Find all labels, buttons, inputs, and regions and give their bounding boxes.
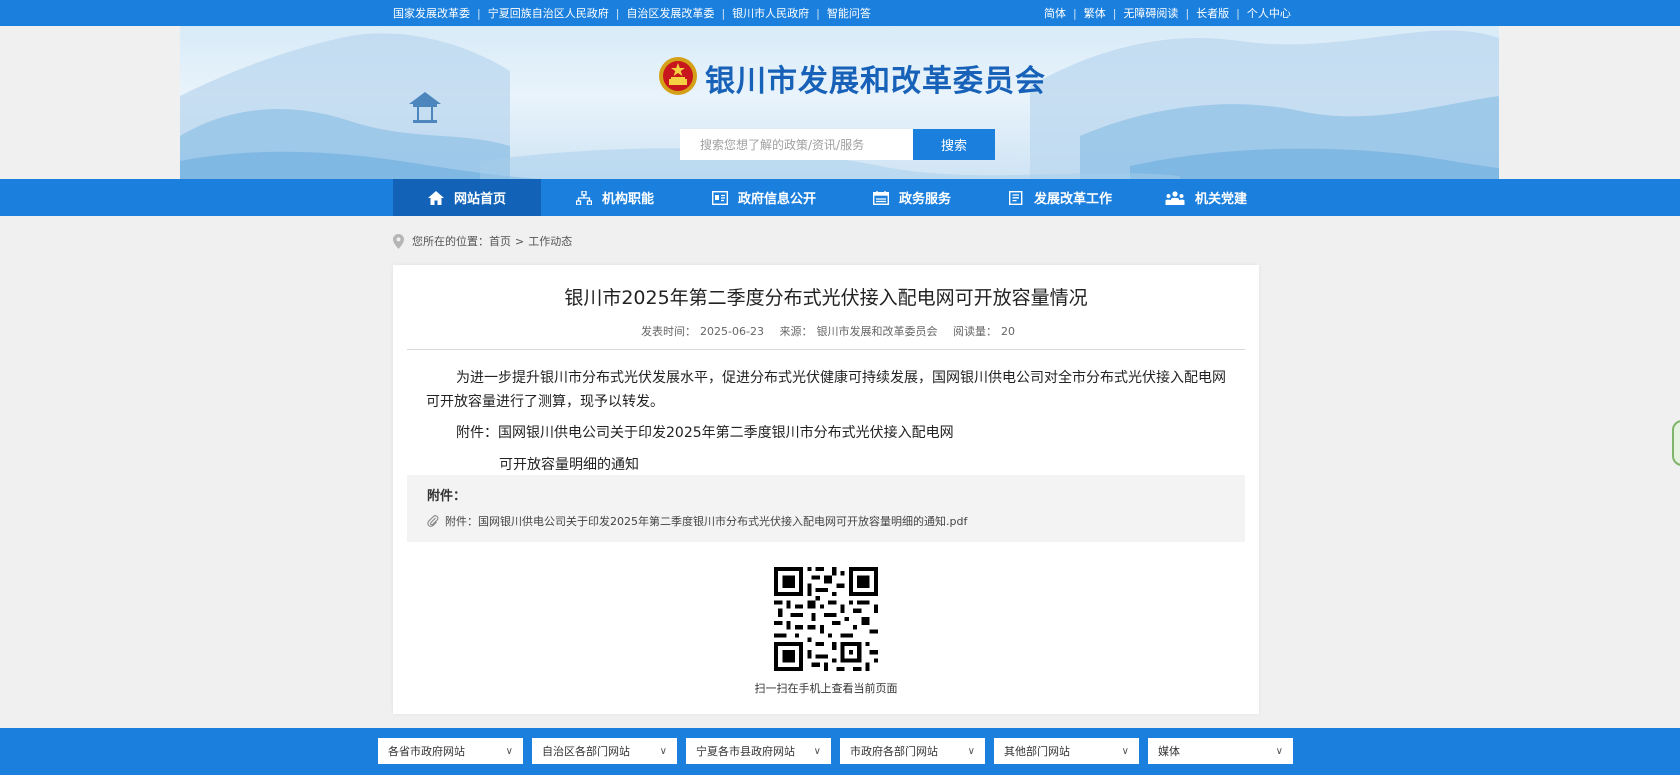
breadcrumb-home-link[interactable]: 首页 bbox=[489, 233, 511, 249]
footer-links-bar: 各省市政府网站 ∨ 自治区各部门网站 ∨ 宁夏各市县政府网站 ∨ 市政府各部门网站 ∨ … bbox=[0, 728, 1680, 775]
top-link-simplified[interactable]: 简体 bbox=[1044, 5, 1066, 21]
attachments-box: 附件： 附件：国网银川供电公司关于印发2025年第二季度银川市分布式光伏接入配电… bbox=[407, 475, 1245, 542]
select-label: 市政府各部门网站 bbox=[850, 745, 938, 758]
article-card: 银川市2025年第二季度分布式光伏接入配电网可开放容量情况 发表时间： 2025-… bbox=[393, 265, 1259, 714]
top-link-smart-qa[interactable]: 智能问答 bbox=[827, 5, 871, 21]
nav-item-label: 机构职能 bbox=[602, 192, 655, 207]
site-title: 银川市发展和改革委员会 bbox=[705, 64, 1046, 99]
nav-item-gov-services[interactable]: 政务服务 bbox=[873, 179, 951, 216]
national-emblem-icon bbox=[659, 57, 697, 95]
nav-item-label: 机关党建 bbox=[1195, 192, 1248, 207]
select-other-departments[interactable]: 其他部门网站 ∨ bbox=[994, 738, 1139, 764]
article-title: 银川市2025年第二季度分布式光伏接入配电网可开放容量情况 bbox=[564, 287, 1088, 309]
main-nav: 网站首页 机构职能 政府信息公开 政务服务 发展改革工作 机关党建 bbox=[0, 179, 1680, 216]
select-label: 自治区各部门网站 bbox=[542, 745, 630, 758]
top-links-right: 简体 | 繁体 | 无障碍阅读 | 长者版 | 个人中心 bbox=[1044, 5, 1291, 21]
nav-item-label: 政府信息公开 bbox=[738, 192, 817, 207]
nav-item-label: 政务服务 bbox=[899, 192, 952, 207]
header-banner: 银川市发展和改革委员会 搜索 bbox=[180, 26, 1499, 179]
chevron-down-icon: ∨ bbox=[813, 745, 821, 757]
location-pin-icon bbox=[393, 233, 404, 249]
annex-line-2: 可开放容量明细的通知 bbox=[499, 457, 639, 473]
qr-code-image bbox=[774, 567, 878, 671]
top-link-personal-center[interactable]: 个人中心 bbox=[1247, 5, 1291, 21]
nav-item-label: 网站首页 bbox=[453, 192, 506, 207]
breadcrumb-current-link[interactable]: 工作动态 bbox=[528, 233, 572, 249]
title-divider bbox=[407, 349, 1245, 350]
top-link-ningxia-gov[interactable]: 宁夏回族自治区人民政府 bbox=[488, 5, 609, 21]
chevron-down-icon: ∨ bbox=[1275, 745, 1283, 757]
select-label: 其他部门网站 bbox=[1004, 745, 1070, 758]
select-label: 宁夏各市县政府网站 bbox=[696, 745, 795, 758]
source-name: 银川市发展和改革委员会 bbox=[816, 325, 938, 338]
select-city-departments[interactable]: 市政府各部门网站 ∨ bbox=[840, 738, 985, 764]
id-card-icon bbox=[712, 190, 728, 205]
top-link-region-ndrc[interactable]: 自治区发展改革委 bbox=[626, 5, 714, 21]
select-ningxia-county-sites[interactable]: 宁夏各市县政府网站 ∨ bbox=[686, 738, 831, 764]
attachment-item: 附件：国网银川供电公司关于印发2025年第二季度银川市分布式光伏接入配电网可开放… bbox=[427, 513, 967, 529]
top-link-yinchuan-gov[interactable]: 银川市人民政府 bbox=[732, 5, 809, 21]
search-input[interactable] bbox=[680, 129, 913, 160]
top-link-traditional[interactable]: 繁体 bbox=[1084, 5, 1106, 21]
select-label: 各省市政府网站 bbox=[388, 745, 465, 758]
people-icon bbox=[1165, 190, 1185, 205]
document-icon bbox=[1009, 190, 1023, 205]
nav-item-party-building[interactable]: 机关党建 bbox=[1165, 179, 1247, 216]
top-link-accessibility[interactable]: 无障碍阅读 bbox=[1123, 5, 1178, 21]
publish-date: 2025-06-23 bbox=[700, 325, 764, 338]
qr-caption: 扫一扫在手机上查看当前页面 bbox=[754, 682, 898, 695]
select-label: 媒体 bbox=[1158, 745, 1180, 758]
top-link-ndrc[interactable]: 国家发展改革委 bbox=[393, 5, 470, 21]
breadcrumb-prefix: 您所在的位置： bbox=[412, 235, 489, 248]
views-label: 阅读量： bbox=[952, 325, 997, 338]
attachments-title: 附件： bbox=[427, 489, 467, 504]
org-chart-icon bbox=[576, 190, 592, 205]
breadcrumb: 您所在的位置： 首页 > 工作动态 bbox=[393, 231, 572, 251]
chevron-down-icon: ∨ bbox=[1121, 745, 1129, 757]
nav-item-gov-info[interactable]: 政府信息公开 bbox=[712, 179, 816, 216]
article-body: 为进一步提升银川市分布式光伏发展水平，促进分布式光伏健康可持续发展，国网银川供电… bbox=[426, 370, 1226, 410]
top-link-elder-mode[interactable]: 长者版 bbox=[1196, 5, 1229, 21]
chevron-down-icon: ∨ bbox=[505, 745, 513, 757]
views-count: 20 bbox=[1000, 325, 1015, 338]
breadcrumb-arrow: > bbox=[515, 234, 525, 248]
nav-item-label: 发展改革工作 bbox=[1034, 192, 1113, 207]
floating-widget[interactable] bbox=[1672, 420, 1680, 466]
select-provincial-gov-sites[interactable]: 各省市政府网站 ∨ bbox=[378, 738, 523, 764]
article-meta: 发表时间： 2025-06-23 来源： 银川市发展和改革委员会 阅读量： 20 bbox=[393, 323, 1259, 339]
nav-item-reform-work[interactable]: 发展改革工作 bbox=[1008, 179, 1112, 216]
top-bar: 国家发展改革委 | 宁夏回族自治区人民政府 | 自治区发展改革委 | 银川市人民… bbox=[0, 0, 1680, 26]
top-links-left: 国家发展改革委 | 宁夏回族自治区人民政府 | 自治区发展改革委 | 银川市人民… bbox=[393, 5, 871, 21]
annex-line-1: 附件：国网银川供电公司关于印发2025年第二季度银川市分布式光伏接入配电网 bbox=[456, 425, 954, 441]
publish-label: 发表时间： bbox=[641, 325, 697, 338]
nav-item-organization[interactable]: 机构职能 bbox=[576, 179, 654, 216]
calendar-icon bbox=[873, 190, 889, 205]
source-label: 来源： bbox=[779, 325, 813, 338]
nav-item-home[interactable]: 网站首页 bbox=[393, 179, 541, 216]
home-icon bbox=[427, 190, 444, 205]
paperclip-icon bbox=[427, 515, 439, 527]
select-media[interactable]: 媒体 ∨ bbox=[1148, 738, 1293, 764]
select-region-departments[interactable]: 自治区各部门网站 ∨ bbox=[532, 738, 677, 764]
attachment-pdf-link[interactable]: 附件：国网银川供电公司关于印发2025年第二季度银川市分布式光伏接入配电网可开放… bbox=[445, 513, 967, 529]
search-button[interactable]: 搜索 bbox=[913, 129, 995, 160]
chevron-down-icon: ∨ bbox=[967, 745, 975, 757]
chevron-down-icon: ∨ bbox=[659, 745, 667, 757]
